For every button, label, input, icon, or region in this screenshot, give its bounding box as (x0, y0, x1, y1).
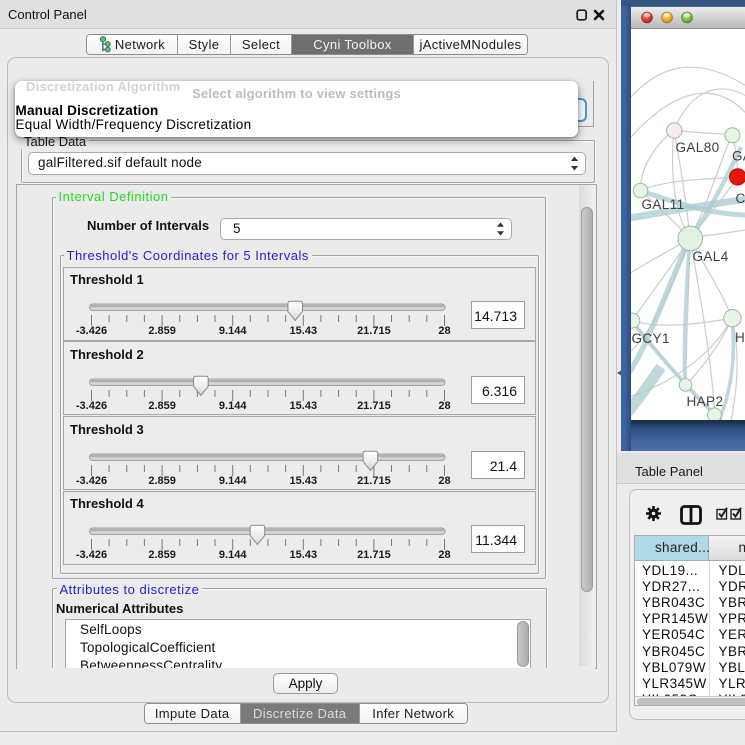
svg-text:C: C (736, 191, 745, 206)
svg-text:9.144: 9.144 (219, 325, 247, 337)
svg-text:2.859: 2.859 (148, 549, 176, 561)
svg-text:9.144: 9.144 (219, 400, 247, 412)
svg-text:GAL11: GAL11 (642, 197, 685, 212)
svg-text:2.859: 2.859 (148, 325, 176, 337)
svg-text:GCY1: GCY1 (632, 331, 670, 346)
svg-text:GAL80: GAL80 (676, 140, 720, 155)
svg-text:28: 28 (438, 475, 450, 487)
svg-text:21.715: 21.715 (357, 549, 391, 561)
svg-text:21.715: 21.715 (357, 325, 391, 337)
svg-text:2.859: 2.859 (148, 475, 176, 487)
svg-text:-3.426: -3.426 (76, 549, 107, 561)
svg-text:HAP2: HAP2 (687, 394, 724, 409)
svg-text:28: 28 (438, 325, 450, 337)
svg-text:GA: GA (732, 148, 745, 163)
svg-text:21.715: 21.715 (357, 475, 391, 487)
svg-text:-3.426: -3.426 (76, 400, 107, 412)
svg-text:15.43: 15.43 (290, 475, 318, 487)
svg-text:GAL4: GAL4 (693, 249, 729, 264)
svg-text:-3.426: -3.426 (76, 325, 107, 337)
svg-text:9.144: 9.144 (219, 549, 247, 561)
svg-text:2.859: 2.859 (148, 400, 176, 412)
svg-text:15.43: 15.43 (290, 400, 318, 412)
svg-text:9.144: 9.144 (219, 475, 247, 487)
svg-text:21.715: 21.715 (357, 400, 391, 412)
svg-text:28: 28 (438, 400, 450, 412)
svg-text:15.43: 15.43 (290, 549, 318, 561)
svg-text:28: 28 (438, 549, 450, 561)
svg-text:-3.426: -3.426 (76, 475, 107, 487)
svg-text:H: H (735, 330, 745, 345)
svg-text:15.43: 15.43 (290, 325, 318, 337)
